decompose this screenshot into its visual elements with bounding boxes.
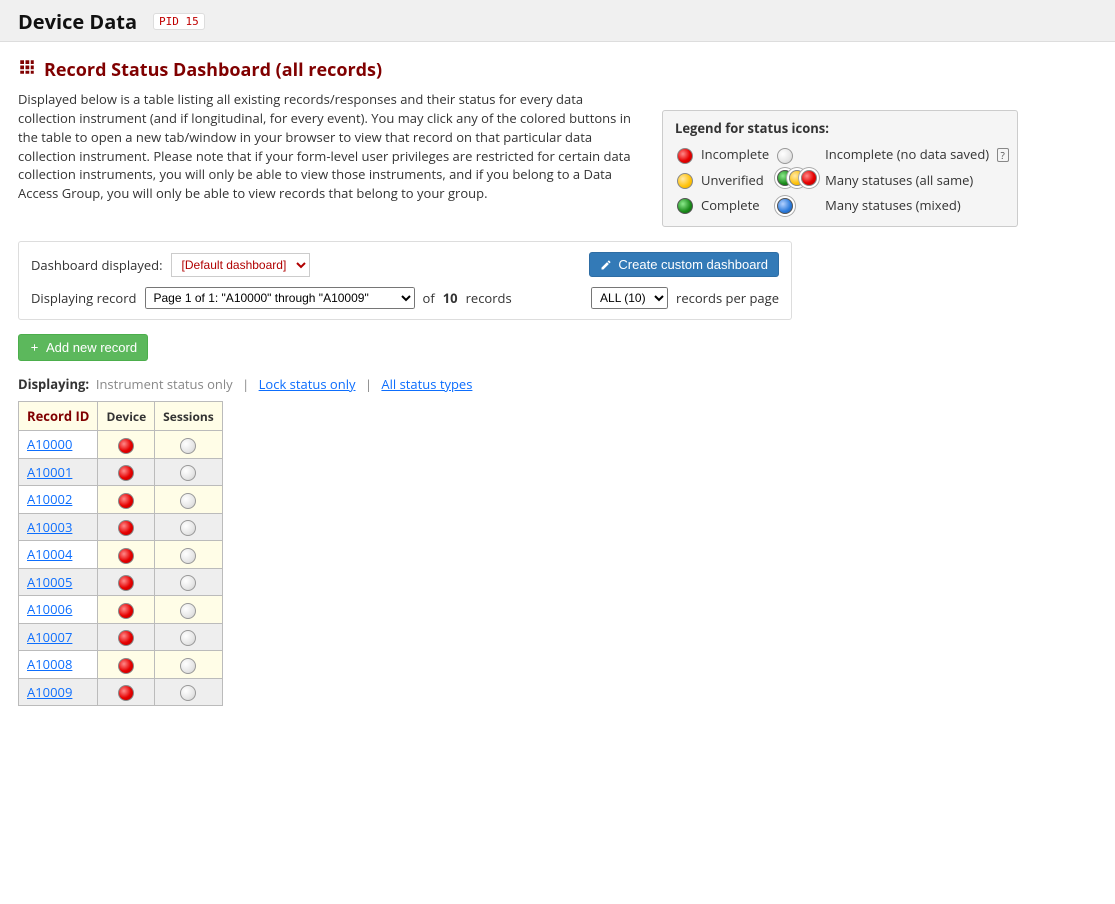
status-icon[interactable] — [180, 548, 196, 564]
displaying-label: Displaying: — [18, 375, 89, 393]
filter-lock-status[interactable]: Lock status only — [259, 375, 356, 393]
legend-title: Legend for status icons: — [675, 119, 1005, 137]
status-icon[interactable] — [180, 520, 196, 536]
help-icon[interactable]: ? — [997, 148, 1009, 162]
table-row: A10002 — [19, 486, 223, 514]
status-icon[interactable] — [180, 575, 196, 591]
add-new-record-button[interactable]: Add new record — [18, 334, 148, 361]
top-bar: Device Data PID 15 — [0, 0, 1115, 42]
of-text: of — [423, 289, 435, 307]
table-row: A10008 — [19, 651, 223, 679]
table-row: A10005 — [19, 568, 223, 596]
table-row: A10006 — [19, 596, 223, 624]
record-link[interactable]: A10004 — [27, 545, 72, 563]
col-sessions[interactable]: Sessions — [155, 402, 223, 431]
page-title: Record Status Dashboard (all records) — [44, 58, 382, 82]
table-row: A10003 — [19, 513, 223, 541]
status-icon[interactable] — [180, 685, 196, 701]
pencil-icon — [600, 259, 612, 271]
table-row: A10004 — [19, 541, 223, 569]
legend-incomplete: Incomplete — [701, 143, 775, 166]
status-icon[interactable] — [180, 630, 196, 646]
record-link[interactable]: A10002 — [27, 490, 72, 508]
table-row: A10009 — [19, 678, 223, 706]
status-icon[interactable] — [118, 548, 134, 564]
intro-text: Displayed below is a table listing all e… — [18, 90, 638, 203]
project-title: Device Data — [18, 8, 137, 35]
page-heading: Record Status Dashboard (all records) — [18, 58, 1018, 82]
record-link[interactable]: A10003 — [27, 518, 72, 536]
per-page-select[interactable]: ALL (10) — [591, 287, 668, 309]
status-icon[interactable] — [118, 630, 134, 646]
dashboard-select[interactable]: [Default dashboard] — [171, 253, 310, 277]
records-text: records — [466, 289, 512, 307]
legend-complete: Complete — [701, 194, 775, 217]
per-page-label: records per page — [676, 289, 779, 307]
filter-instrument-status: Instrument status only — [96, 375, 233, 393]
record-link[interactable]: A10009 — [27, 683, 72, 701]
status-icon[interactable] — [118, 465, 134, 481]
status-icon[interactable] — [118, 438, 134, 454]
display-filter: Displaying: Instrument status only | Loc… — [18, 375, 1018, 393]
status-icon[interactable] — [118, 658, 134, 674]
status-icon[interactable] — [180, 465, 196, 481]
status-icon[interactable] — [180, 658, 196, 674]
legend-incomplete-nodata: Incomplete (no data saved) — [825, 145, 989, 163]
status-icon[interactable] — [180, 493, 196, 509]
record-link[interactable]: A10008 — [27, 655, 72, 673]
status-icon[interactable] — [118, 493, 134, 509]
pid-badge: PID 15 — [153, 13, 205, 30]
status-icon-incomplete-nodata — [777, 148, 793, 164]
status-icon[interactable] — [118, 575, 134, 591]
record-status-table: Record ID Device Sessions A10000 A10001 A1… — [18, 401, 223, 706]
status-icon[interactable] — [180, 438, 196, 454]
create-custom-dashboard-button[interactable]: Create custom dashboard — [589, 252, 779, 277]
status-icon[interactable] — [118, 520, 134, 536]
record-link[interactable]: A10007 — [27, 628, 72, 646]
legend-many-mixed: Many statuses (mixed) — [825, 194, 1015, 217]
plus-icon — [29, 342, 40, 353]
dashboard-displayed-label: Dashboard displayed: — [31, 256, 163, 274]
status-icon-many-same — [777, 170, 817, 186]
status-icon-incomplete — [677, 148, 693, 164]
legend-box: Legend for status icons: Incomplete Inco… — [662, 110, 1018, 227]
record-link[interactable]: A10001 — [27, 463, 72, 481]
total-records: 10 — [443, 289, 458, 307]
filter-all-status[interactable]: All status types — [381, 375, 472, 393]
dashboard-icon — [18, 58, 36, 82]
col-device[interactable]: Device — [98, 402, 155, 431]
record-link[interactable]: A10006 — [27, 600, 72, 618]
legend-many-same: Many statuses (all same) — [825, 168, 1015, 192]
record-link[interactable]: A10000 — [27, 435, 72, 453]
status-icon[interactable] — [118, 603, 134, 619]
page-select[interactable]: Page 1 of 1: "A10000" through "A10009" — [145, 287, 415, 309]
record-link[interactable]: A10005 — [27, 573, 72, 591]
displaying-record-label: Displaying record — [31, 289, 137, 307]
status-icon-complete — [677, 198, 693, 214]
status-icon[interactable] — [118, 685, 134, 701]
controls-box: Dashboard displayed: [Default dashboard]… — [18, 241, 792, 320]
table-row: A10007 — [19, 623, 223, 651]
status-icon-unverified — [677, 173, 693, 189]
status-icon[interactable] — [180, 603, 196, 619]
table-row: A10000 — [19, 431, 223, 459]
table-row: A10001 — [19, 458, 223, 486]
legend-unverified: Unverified — [701, 168, 775, 192]
status-icon-many-mixed — [777, 198, 793, 214]
col-record-id: Record ID — [19, 402, 98, 431]
